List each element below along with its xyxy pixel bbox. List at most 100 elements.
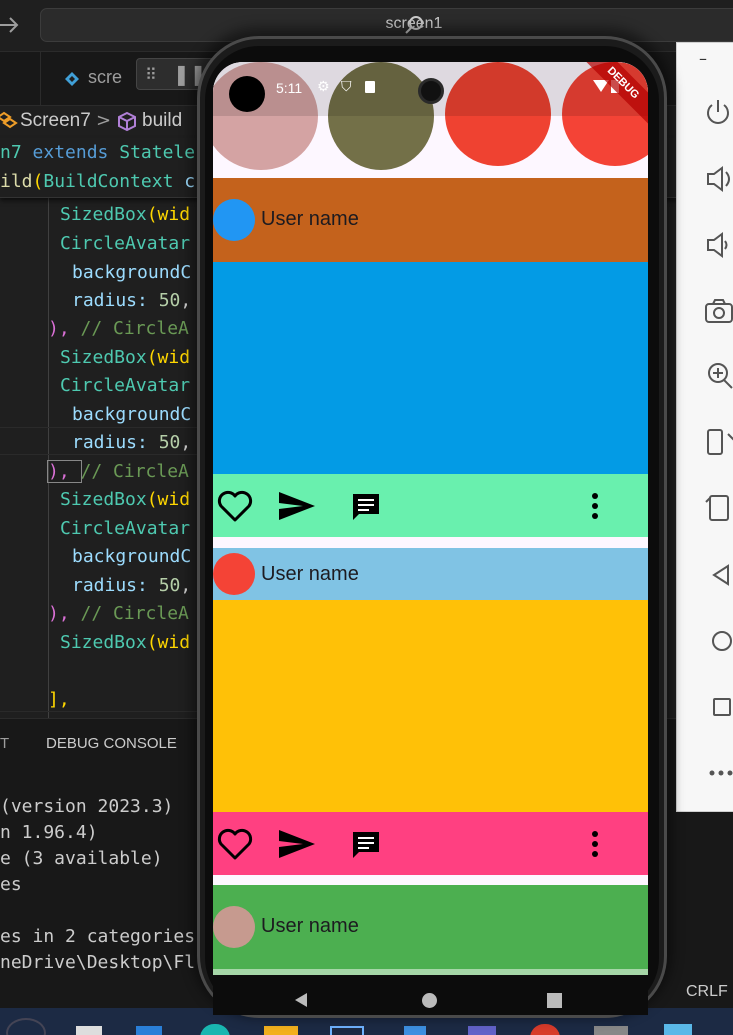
post-actions xyxy=(213,474,648,537)
forward-arrow-icon[interactable] xyxy=(0,12,22,38)
code-line: ], xyxy=(48,686,70,714)
code-token: SizedBox xyxy=(60,347,147,368)
code-line: CircleAvatar xyxy=(60,372,190,400)
status-time: 5:11 xyxy=(276,80,303,96)
code-token: ], xyxy=(48,689,70,710)
code-token: n7 xyxy=(0,142,22,163)
nav-overview-icon[interactable] xyxy=(547,993,562,1008)
code-line: SizedBox(wid xyxy=(60,629,190,657)
taskbar-app-icon[interactable] xyxy=(664,1024,692,1035)
terminal-line: es xyxy=(0,874,22,895)
taskbar-app-icon[interactable] xyxy=(594,1026,628,1035)
breadcrumb-item-build[interactable]: build xyxy=(142,110,182,132)
taskbar-app-icon[interactable] xyxy=(76,1026,102,1035)
post-actions xyxy=(213,812,648,875)
code-token: BuildContext xyxy=(43,171,174,192)
volume-down-icon[interactable] xyxy=(700,228,733,262)
code-line: backgroundC xyxy=(72,259,191,287)
terminal-line: (version 2023.3) xyxy=(0,796,174,817)
code-token: backgroundC xyxy=(72,546,192,567)
post-image xyxy=(213,600,648,812)
zoom-icon[interactable] xyxy=(700,358,733,392)
send-icon[interactable] xyxy=(277,824,317,864)
code-token: backgroundC xyxy=(72,262,192,283)
code-line: ild(BuildContext c xyxy=(0,168,195,196)
code-token: 50 xyxy=(158,432,181,453)
taskbar-app-icon[interactable] xyxy=(136,1026,162,1035)
code-token: SizedBox xyxy=(60,489,147,510)
code-line: SizedBox(wid xyxy=(60,486,190,514)
volume-up-icon[interactable] xyxy=(700,162,733,196)
code-token: SizedBox xyxy=(60,204,147,225)
code-token: ), xyxy=(48,603,81,624)
more-icon[interactable] xyxy=(700,756,733,790)
drag-handle-icon[interactable]: ⠿ xyxy=(145,65,157,84)
overview-icon[interactable] xyxy=(700,690,733,724)
avatar[interactable] xyxy=(213,553,255,595)
code-token: backgroundC xyxy=(72,404,192,425)
code-token: ( xyxy=(32,171,44,192)
terminal-line: neDrive\Desktop\Fl xyxy=(0,952,196,973)
taskbar-app-icon[interactable] xyxy=(530,1024,560,1035)
user-name: User name xyxy=(261,915,359,937)
minimize-button[interactable]: – xyxy=(699,49,707,68)
code-token: radius: xyxy=(72,575,159,596)
terminal-line: n 1.96.4) xyxy=(0,822,98,843)
front-camera xyxy=(418,78,444,104)
comment-icon[interactable] xyxy=(347,486,387,526)
code-token: radius: xyxy=(72,290,159,311)
sd-card-icon xyxy=(365,81,375,93)
home-icon[interactable] xyxy=(700,624,733,658)
code-line: CircleAvatar xyxy=(60,515,190,543)
code-line: SizedBox(wid xyxy=(60,201,190,229)
code-token: (wid xyxy=(146,489,191,510)
code-line: backgroundC xyxy=(72,543,191,571)
more-vert-icon[interactable] xyxy=(575,824,615,864)
code-token: ild xyxy=(0,171,33,192)
camera-icon[interactable] xyxy=(700,294,733,328)
post-header: User name xyxy=(213,548,648,600)
code-line: CircleAvatar xyxy=(60,230,190,258)
taskbar-app-icon[interactable] xyxy=(200,1024,230,1035)
code-token: (wid xyxy=(146,632,191,653)
tab-debug-console[interactable]: DEBUG CONSOLE xyxy=(46,735,177,752)
more-vert-icon[interactable] xyxy=(575,486,615,526)
method-icon xyxy=(117,111,137,133)
post-image xyxy=(213,262,648,474)
like-heart-icon[interactable] xyxy=(215,486,255,526)
comment-icon[interactable] xyxy=(347,824,387,864)
code-token: CircleAvatar xyxy=(60,518,191,539)
back-icon[interactable] xyxy=(700,558,733,592)
android-nav-bar xyxy=(213,975,648,1015)
code-line: ), // CircleA xyxy=(48,600,189,628)
like-heart-icon[interactable] xyxy=(215,824,255,864)
post-header: User name xyxy=(213,178,648,262)
avatar[interactable] xyxy=(213,199,255,241)
tab-output[interactable]: T xyxy=(0,735,9,752)
breadcrumb-item-screen7[interactable]: Screen7 xyxy=(20,110,91,132)
taskbar-app-icon[interactable] xyxy=(330,1026,364,1035)
rotate-right-icon[interactable] xyxy=(700,490,733,524)
code-token: 50 xyxy=(158,290,181,311)
taskbar-app-icon[interactable] xyxy=(264,1026,298,1035)
avatar[interactable] xyxy=(213,906,255,948)
code-token: Statele xyxy=(119,142,196,163)
taskbar-app-icon[interactable] xyxy=(404,1026,426,1035)
rotate-left-icon[interactable] xyxy=(700,424,733,458)
code-line: radius: 50, xyxy=(72,575,192,596)
code-line: radius: 50, xyxy=(72,432,192,453)
nav-home-icon[interactable] xyxy=(422,993,437,1008)
breadcrumb-separator: > xyxy=(96,110,112,131)
start-icon[interactable] xyxy=(6,1018,46,1035)
taskbar-app-icon[interactable] xyxy=(468,1026,496,1035)
status-eol[interactable]: CRLF xyxy=(686,983,728,1001)
code-token: extends xyxy=(21,142,120,163)
nav-back-icon[interactable] xyxy=(295,993,307,1007)
code-token: (wid xyxy=(146,204,191,225)
code-line: n7 extends Statele xyxy=(0,139,195,167)
power-icon[interactable] xyxy=(700,96,733,130)
phone-screen[interactable]: 5:11 ⚙ ⛉ DEBUG User name User name User … xyxy=(213,62,648,975)
send-icon[interactable] xyxy=(277,486,317,526)
code-token: ), xyxy=(48,318,81,339)
code-comment: // CircleA xyxy=(80,318,189,339)
